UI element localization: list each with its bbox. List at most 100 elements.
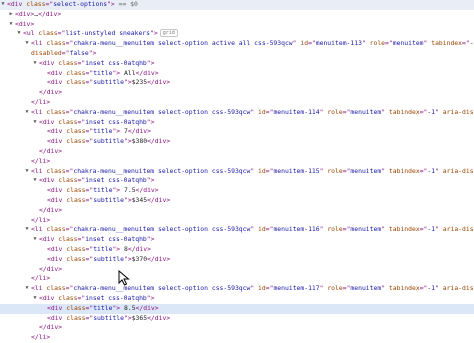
dom-node-line[interactable]: <div class="title"> All</div> xyxy=(0,69,474,79)
grid-badge[interactable]: grid xyxy=(159,29,178,38)
dom-node-line[interactable]: ▼ <div class="inset css-0atqhb"> xyxy=(0,294,474,304)
code-token: class xyxy=(66,68,86,77)
code-token: subtitle xyxy=(93,254,124,263)
dom-node-line[interactable]: <div class="title"> 8</div> xyxy=(0,245,474,255)
expand-triangle-down-icon[interactable]: ▼ xyxy=(24,108,30,118)
code-token: false xyxy=(69,49,89,57)
code-token: role xyxy=(327,107,343,116)
expand-triangle-down-icon[interactable]: ▼ xyxy=(24,225,30,235)
dom-node-code: disabled="false"> xyxy=(31,49,96,59)
dom-node-code: <li class="chakra-menu__menuitem select-… xyxy=(31,167,474,177)
code-token: =" xyxy=(85,303,94,312)
dom-node-line[interactable]: ▼ <div class="inset css-0atqhb"> xyxy=(0,235,474,245)
expand-triangle-down-icon[interactable]: ▼ xyxy=(32,235,38,245)
code-token: <div xyxy=(47,78,67,87)
code-token: subtitle xyxy=(93,78,124,87)
code-token: class xyxy=(58,176,78,185)
code-token: " xyxy=(381,107,389,116)
dom-node-code: <li class="chakra-menu__menuitem select-… xyxy=(31,284,474,294)
code-token: </div> xyxy=(38,9,62,18)
expand-triangle-down-icon[interactable]: ▼ xyxy=(24,167,30,177)
code-token: class xyxy=(66,78,86,87)
dom-node-line[interactable]: </li> xyxy=(0,216,474,226)
expand-triangle-down-icon[interactable]: ▼ xyxy=(32,176,38,186)
code-token: </div> xyxy=(39,205,63,214)
code-token: <div xyxy=(47,186,67,195)
dom-node-code: <div class="title"> 8</div> xyxy=(47,245,151,255)
code-token: <div xyxy=(47,127,67,136)
dom-node-line[interactable]: <div class="subtitle">$345</div> xyxy=(0,196,474,206)
dom-node-line[interactable]: </li> xyxy=(0,157,474,167)
expand-triangle-down-icon[interactable]: ▼ xyxy=(32,294,38,304)
dom-node-line[interactable]: </div> xyxy=(0,147,474,157)
dom-node-line[interactable]: </div> xyxy=(0,323,474,333)
dom-node-line[interactable]: </li> xyxy=(0,98,474,108)
dom-node-line[interactable]: <div class="title"> 7</div> xyxy=(0,127,474,137)
code-token: title xyxy=(93,245,113,253)
code-token: <ul xyxy=(23,29,39,38)
expand-triangle-down-icon[interactable]: ▼ xyxy=(32,118,38,128)
dom-node-line[interactable]: ▼ <div class="inset css-0atqhb"> xyxy=(0,59,474,69)
dom-node-code: </li> xyxy=(31,98,50,108)
code-token: class xyxy=(66,254,86,263)
expand-triangle-down-icon[interactable]: ▼ xyxy=(16,29,22,39)
dom-node-line[interactable]: </li> xyxy=(0,274,474,284)
dom-node-code: <div class="title"> 7.5</div> xyxy=(47,186,159,196)
dom-node-line[interactable]: ▶ <div>…</div> xyxy=(0,10,474,20)
collapse-triangle-right-icon[interactable]: ▶ xyxy=(8,10,14,20)
dom-node-line[interactable]: disabled="false"> xyxy=(0,49,474,59)
code-token: menuitem-114 xyxy=(273,107,320,116)
dom-node-line[interactable]: ▼ <li class="chakra-menu__menuitem select… xyxy=(0,39,474,49)
dom-node-line[interactable]: </div> xyxy=(0,206,474,216)
code-token: title xyxy=(93,186,113,195)
dom-node-line[interactable]: ▼ <div class="inset css-0atqhb"> xyxy=(0,176,474,186)
dom-node-line[interactable]: ▼ <li class="chakra-menu__menuitem select… xyxy=(0,284,474,294)
code-token: "> xyxy=(112,245,124,253)
dom-node-line[interactable]: <div class="subtitle">$235</div> xyxy=(0,78,474,88)
code-token: class xyxy=(26,0,46,8)
expand-triangle-down-icon[interactable]: ▼ xyxy=(24,284,30,294)
code-token: </li> xyxy=(31,333,51,342)
dom-node-line[interactable]: ▼ <ul class="list-unstyled sneakers"> grid xyxy=(0,29,474,39)
code-token: class xyxy=(46,225,66,234)
code-token: " xyxy=(381,284,389,293)
dom-node-line[interactable]: <div class="subtitle">$380</div> xyxy=(0,137,474,147)
dom-node-line[interactable]: ▼ <li class="chakra-menu__menuitem select… xyxy=(0,167,474,177)
dom-node-line[interactable]: <div class="subtitle">$370</div> xyxy=(0,255,474,265)
code-token: </div> xyxy=(39,264,63,273)
code-token: </li> xyxy=(31,98,51,106)
code-token: menuitem xyxy=(350,166,382,175)
code-token: title xyxy=(93,303,113,312)
dom-node-code: <div>…</div> xyxy=(15,10,61,20)
code-token: <div xyxy=(47,254,67,263)
code-token: "> xyxy=(112,68,124,77)
expand-triangle-down-icon[interactable]: ▼ xyxy=(32,59,38,69)
dom-node-line[interactable]: <div class="title"> 8.5</div> xyxy=(0,303,474,314)
code-token: subtitle xyxy=(93,137,124,146)
code-token: </div> xyxy=(147,254,171,263)
code-token: " xyxy=(435,284,443,293)
expand-triangle-down-icon[interactable]: ▼ xyxy=(8,20,14,30)
code-token: "> xyxy=(123,254,132,263)
code-token: 7.5 xyxy=(124,186,136,195)
dom-node-line[interactable]: ▼ <li class="chakra-menu__menuitem select… xyxy=(0,225,474,235)
dom-node-line[interactable]: ▼ <div class="inset css-0atqhb"> xyxy=(0,118,474,128)
expand-triangle-down-icon[interactable]: ▼ xyxy=(0,0,6,10)
code-token: aria-disabled xyxy=(442,107,474,116)
code-token: <div xyxy=(39,176,59,185)
dom-node-line[interactable]: ▼ <li class="chakra-menu__menuitem select… xyxy=(0,108,474,118)
dom-node-line[interactable]: <div class="title"> 7.5</div> xyxy=(0,186,474,196)
code-token: <li xyxy=(31,39,47,48)
dom-node-line[interactable]: </div> xyxy=(0,265,474,275)
dom-node-line[interactable]: ▼ <div class="select-options"> == $0 xyxy=(0,0,474,10)
dom-node-line[interactable]: </div> xyxy=(0,88,474,98)
dom-node-line[interactable]: </li> xyxy=(0,333,474,343)
code-token: <div xyxy=(47,245,67,253)
code-token: aria-disabled xyxy=(442,225,474,234)
dom-node-line[interactable]: ▼ <div> xyxy=(0,20,474,30)
dom-node-code: <div class="inset css-0atqhb"> xyxy=(39,294,154,304)
expand-triangle-down-icon[interactable]: ▼ xyxy=(24,39,30,49)
elements-tree-panel: ▼ <div class="select-options"> == $0 ▶ <div… xyxy=(0,0,474,341)
dom-node-line[interactable]: <div class="subtitle">$365</div> xyxy=(0,314,474,324)
code-token: " xyxy=(250,284,259,293)
